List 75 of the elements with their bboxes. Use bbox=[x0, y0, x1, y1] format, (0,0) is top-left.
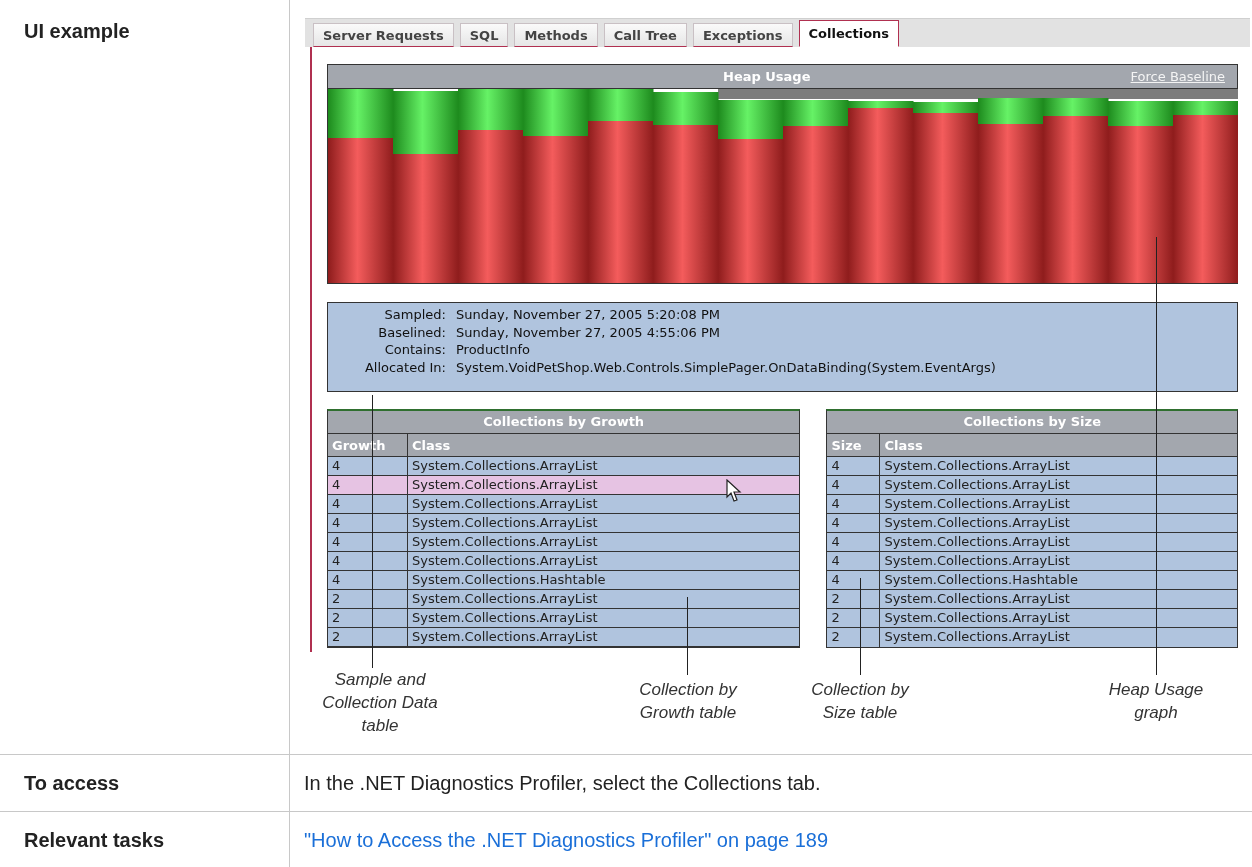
info-value: Sunday, November 27, 2005 4:55:06 PM bbox=[456, 323, 721, 341]
table-cell: 4 bbox=[827, 495, 881, 513]
tab[interactable]: Server Requests bbox=[313, 23, 454, 47]
table-row[interactable]: 4 System.Collections.ArrayList bbox=[328, 533, 800, 552]
table-cell: System.Collections.Hashtable bbox=[412, 571, 606, 589]
table-row[interactable]: 4 System.Collections.ArrayList bbox=[328, 514, 800, 533]
table-cell: System.Collections.ArrayList bbox=[884, 514, 1070, 532]
info-label: Baselined: bbox=[377, 323, 446, 341]
table-row[interactable]: 4 System.Collections.ArrayList bbox=[827, 533, 1237, 552]
callout-label: Heap Usage graph bbox=[1107, 679, 1205, 724]
row-label: To access bbox=[0, 755, 290, 812]
info-value: Sunday, November 27, 2005 5:20:08 PM bbox=[456, 306, 721, 324]
mouse-pointer-icon bbox=[726, 479, 742, 503]
table-cell: System.Collections.ArrayList bbox=[412, 495, 598, 513]
table-cell: System.Collections.ArrayList bbox=[884, 457, 1070, 475]
info-value: System.VoidPetShop.Web.Controls.SimplePager.OnDataBinding(System.EventArgs) bbox=[456, 358, 997, 376]
table-row[interactable]: 2 System.Collections.ArrayList bbox=[328, 609, 800, 628]
task-link[interactable]: "How to Access the .NET Diagnostics Profiler" on page 189 bbox=[304, 829, 829, 851]
table-row[interactable]: 2 System.Collections.ArrayList bbox=[827, 590, 1237, 609]
table-cell: System.Collections.ArrayList bbox=[884, 552, 1070, 570]
info-value: ProductInfo bbox=[456, 341, 531, 359]
table-row[interactable]: 4 System.Collections.ArrayList bbox=[827, 552, 1237, 571]
info-label: Allocated In: bbox=[363, 358, 446, 376]
table-row[interactable]: 4 System.Collections.ArrayList bbox=[827, 476, 1237, 495]
table-cell: System.Collections.ArrayList bbox=[412, 590, 598, 608]
tab[interactable]: SQL bbox=[459, 23, 509, 47]
callout-label: Collection by Growth table bbox=[638, 679, 739, 724]
callout-label: Sample and Collection Data table bbox=[321, 669, 439, 737]
table-row[interactable]: 4 System.Collections.ArrayList bbox=[328, 476, 800, 495]
table-cell: System.Collections.Hashtable bbox=[884, 571, 1078, 589]
table-cell: System.Collections.ArrayList bbox=[412, 552, 598, 570]
table-cell: System.Collections.ArrayList bbox=[884, 590, 1070, 608]
table-row[interactable]: 2 System.Collections.ArrayList bbox=[827, 609, 1237, 628]
tab[interactable]: Collections bbox=[798, 20, 900, 47]
table-row[interactable]: 4 System.Collections.Hashtable bbox=[827, 571, 1237, 590]
info-label: Contains: bbox=[383, 341, 446, 359]
table-row[interactable]: 4 System.Collections.ArrayList bbox=[328, 552, 800, 571]
access-text: In the .NET Diagnostics Profiler, select the Collections tab. bbox=[304, 772, 821, 794]
table-row[interactable]: 4 System.Collections.Hashtable bbox=[328, 571, 800, 590]
table-title: Collections by Size bbox=[827, 411, 1237, 434]
table-row[interactable]: 2 System.Collections.ArrayList bbox=[328, 628, 800, 647]
tab[interactable]: Call Tree bbox=[603, 23, 687, 47]
table-cell: System.Collections.ArrayList bbox=[884, 533, 1070, 551]
table-cell: System.Collections.ArrayList bbox=[884, 609, 1070, 627]
table-cell: 4 bbox=[827, 552, 881, 570]
info-label: Sampled: bbox=[383, 306, 446, 324]
table-cell: 4 bbox=[827, 533, 881, 551]
table-row[interactable]: 2 System.Collections.ArrayList bbox=[827, 628, 1237, 647]
table-cell-text: System.Collections.ArrayList bbox=[884, 628, 1070, 646]
table-title: Collections by Growth bbox=[328, 411, 800, 434]
callout-label: Collection by Size table bbox=[810, 679, 911, 724]
row-label: Relevant tasks bbox=[0, 812, 290, 867]
table-row[interactable]: 4 System.Collections.ArrayList bbox=[827, 495, 1237, 514]
table-row[interactable]: 4 System.Collections.ArrayList bbox=[328, 495, 800, 514]
table-cell: System.Collections.ArrayList bbox=[412, 628, 598, 646]
column-header: Class bbox=[411, 437, 452, 455]
column-header: Class bbox=[883, 437, 924, 455]
table-cell: 4 bbox=[827, 514, 881, 532]
table-cell: System.Collections.ArrayList bbox=[884, 476, 1070, 494]
table-row[interactable]: 2 System.Collections.ArrayList bbox=[328, 590, 800, 609]
table-cell: 4 bbox=[827, 476, 881, 494]
table-cell: System.Collections.ArrayList bbox=[412, 457, 598, 475]
table-cell: System.Collections.ArrayList bbox=[412, 514, 598, 532]
table-cell: System.Collections.ArrayList bbox=[412, 609, 598, 627]
table-cell: System.Collections.ArrayList bbox=[412, 476, 598, 494]
table-cell: System.Collections.ArrayList bbox=[884, 495, 1070, 513]
table-row[interactable]: 4 System.Collections.ArrayList bbox=[827, 457, 1237, 476]
table-row[interactable]: 4 System.Collections.ArrayList bbox=[827, 514, 1237, 533]
table-row[interactable]: 4 System.Collections.ArrayList bbox=[328, 457, 800, 476]
chart-title: Heap Usage bbox=[723, 69, 811, 84]
tab[interactable]: Methods bbox=[514, 23, 598, 47]
tab[interactable]: Exceptions bbox=[692, 23, 793, 47]
table-cell: System.Collections.ArrayList bbox=[412, 533, 598, 551]
table-cell: 4 bbox=[827, 457, 881, 475]
row-label: UI example bbox=[0, 0, 290, 755]
